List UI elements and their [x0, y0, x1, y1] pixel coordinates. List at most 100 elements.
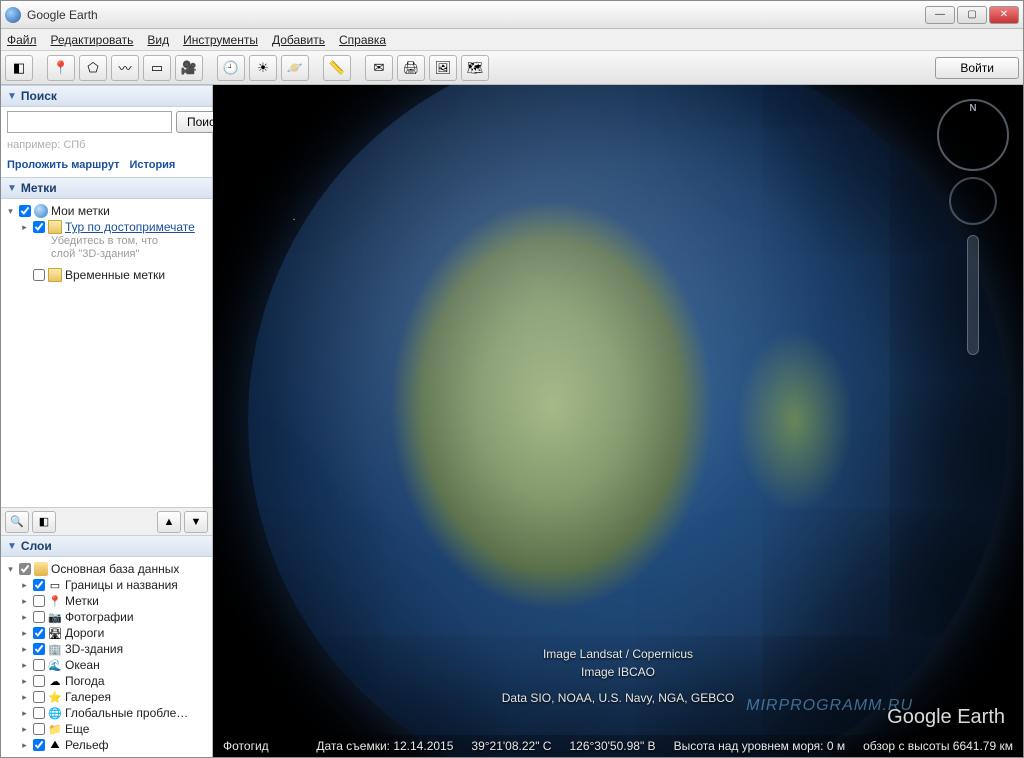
titlebar[interactable]: Google Earth — ▢ ✕	[1, 1, 1023, 29]
placemark-icon[interactable]: 📍	[47, 55, 75, 81]
layer-row[interactable]: ▸🏢3D-здания	[3, 641, 210, 657]
layer-label: Глобальные пробле…	[65, 706, 188, 720]
checkbox[interactable]	[33, 739, 45, 751]
menu-file[interactable]: Файл	[7, 33, 37, 47]
layer-row[interactable]: ▸▭Границы и названия	[3, 577, 210, 593]
layer-row[interactable]: ▸📍Метки	[3, 593, 210, 609]
layer-row[interactable]: ▸🛣Дороги	[3, 625, 210, 641]
status-eye: обзор с высоты 6641.79 км	[863, 739, 1013, 753]
tree-row-tour[interactable]: ▸ Тур по достопримечате	[3, 219, 210, 235]
layer-icon: 🛣	[48, 626, 62, 640]
move-up-icon[interactable]: ▲	[157, 511, 181, 533]
minimize-button[interactable]: —	[925, 6, 955, 24]
look-control[interactable]	[949, 177, 997, 225]
chevron-down-icon: ▼	[7, 183, 17, 194]
move-down-icon[interactable]: ▼	[184, 511, 208, 533]
layer-label: 3D-здания	[65, 642, 123, 656]
expand-icon[interactable]: ▸	[19, 644, 30, 655]
checkbox[interactable]	[33, 707, 45, 719]
ruler-icon[interactable]: 📏	[323, 55, 351, 81]
layer-icon: 📷	[48, 610, 62, 624]
search-input[interactable]	[7, 111, 172, 133]
layer-row[interactable]: ▸📁Еще	[3, 721, 210, 737]
layer-row[interactable]: ▸🌐Глобальные пробле…	[3, 705, 210, 721]
polygon-icon[interactable]: ⬠	[79, 55, 107, 81]
sun-icon[interactable]: ☀	[249, 55, 277, 81]
checkbox[interactable]	[33, 643, 45, 655]
record-tour-icon[interactable]: 🎥	[175, 55, 203, 81]
checkbox[interactable]	[33, 221, 45, 233]
layers-panel-header[interactable]: ▼ Слои	[1, 535, 212, 557]
search-places-icon[interactable]: 🔍	[5, 511, 29, 533]
tour-link[interactable]: Тур по достопримечате	[65, 220, 195, 234]
expand-icon[interactable]: ▸	[19, 660, 30, 671]
layer-row[interactable]: ▸🌊Океан	[3, 657, 210, 673]
planet-icon[interactable]: 🪐	[281, 55, 309, 81]
toggle-sidebar-button[interactable]: ◧	[5, 55, 33, 81]
layer-icon: ▭	[48, 578, 62, 592]
status-date: Дата съемки: 12.14.2015	[316, 739, 453, 753]
layer-label: Фотографии	[65, 610, 134, 624]
image-overlay-icon[interactable]: ▭	[143, 55, 171, 81]
checkbox[interactable]	[33, 269, 45, 281]
history-icon[interactable]: 🕘	[217, 55, 245, 81]
menu-view[interactable]: Вид	[147, 33, 169, 47]
menubar: Файл Редактировать Вид Инструменты Добав…	[1, 29, 1023, 51]
search-panel: Поиск например: СПб Проложить маршрут Ис…	[1, 107, 212, 177]
print-icon[interactable]: 🖨	[397, 55, 425, 81]
expand-icon[interactable]: ▸	[19, 676, 30, 687]
checkbox[interactable]	[19, 205, 31, 217]
places-panel-header[interactable]: ▼ Метки	[1, 177, 212, 199]
layer-label: Рельеф	[65, 738, 109, 752]
email-icon[interactable]: ✉	[365, 55, 393, 81]
collapse-icon[interactable]: ▾	[5, 564, 16, 575]
menu-tools[interactable]: Инструменты	[183, 33, 258, 47]
login-button[interactable]: Войти	[935, 57, 1019, 79]
expand-icon[interactable]: ▸	[19, 692, 30, 703]
path-icon[interactable]: 〰	[111, 55, 139, 81]
compass-control[interactable]: N	[937, 99, 1009, 171]
checkbox[interactable]	[19, 563, 31, 575]
map-viewport[interactable]: N Image Landsat / Copernicus Image IBCAO…	[213, 85, 1023, 757]
checkbox[interactable]	[33, 675, 45, 687]
expand-icon[interactable]: ▸	[19, 612, 30, 623]
layer-row[interactable]: ▸ 📷Фотографии	[3, 609, 210, 625]
places-panel: ▾ Мои метки ▸ Тур по достопримечате Убед…	[1, 199, 212, 507]
view-in-maps-icon[interactable]: 🗺	[461, 55, 489, 81]
fotogid-button[interactable]: Фотогид	[223, 739, 269, 753]
close-button[interactable]: ✕	[989, 6, 1019, 24]
collapse-icon[interactable]: ▾	[5, 206, 16, 217]
menu-help[interactable]: Справка	[339, 33, 386, 47]
expand-icon[interactable]: ▸	[19, 596, 30, 607]
checkbox[interactable]	[33, 627, 45, 639]
zoom-slider[interactable]	[967, 235, 979, 355]
maximize-button[interactable]: ▢	[957, 6, 987, 24]
folder-icon	[48, 268, 62, 282]
checkbox[interactable]	[33, 611, 45, 623]
checkbox[interactable]	[33, 595, 45, 607]
layout-icon[interactable]: ◧	[32, 511, 56, 533]
checkbox[interactable]	[33, 579, 45, 591]
expand-icon[interactable]: ▸	[19, 222, 30, 233]
menu-add[interactable]: Добавить	[272, 33, 325, 47]
save-image-icon[interactable]: 🖼	[429, 55, 457, 81]
layer-row[interactable]: ▸⭐Галерея	[3, 689, 210, 705]
tree-row-my-places[interactable]: ▾ Мои метки	[3, 203, 210, 219]
menu-edit[interactable]: Редактировать	[51, 33, 134, 47]
expand-icon[interactable]: ▸	[19, 628, 30, 639]
tree-row-db[interactable]: ▾ Основная база данных	[3, 561, 210, 577]
checkbox[interactable]	[33, 659, 45, 671]
route-link[interactable]: Проложить маршрут	[7, 159, 119, 171]
search-hint: например: СПб	[7, 137, 206, 157]
search-panel-header[interactable]: ▼ Поиск	[1, 85, 212, 107]
expand-icon[interactable]: ▸	[19, 740, 30, 751]
expand-icon[interactable]: ▸	[19, 724, 30, 735]
layer-row[interactable]: ▸⛰Рельеф	[3, 737, 210, 753]
checkbox[interactable]	[33, 723, 45, 735]
history-link[interactable]: История	[129, 159, 175, 171]
expand-icon[interactable]: ▸	[19, 580, 30, 591]
layer-row[interactable]: ▸☁Погода	[3, 673, 210, 689]
checkbox[interactable]	[33, 691, 45, 703]
expand-icon[interactable]: ▸	[19, 708, 30, 719]
tree-row-temp[interactable]: Временные метки	[3, 267, 210, 283]
